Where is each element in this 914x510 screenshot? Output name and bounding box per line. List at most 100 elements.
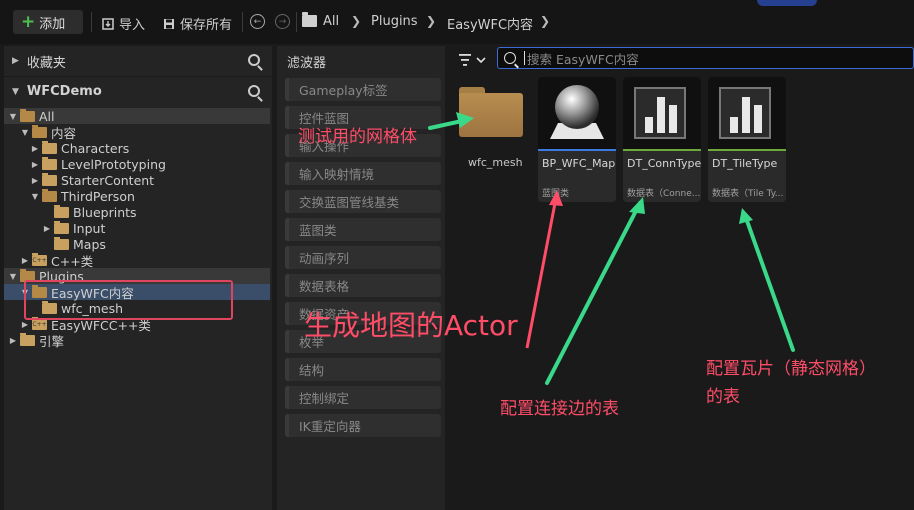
filters-title: 滤波器 [287,56,327,71]
tree-item-label: EasyWFC内容 [51,285,134,301]
filter-item[interactable]: 蓝图类 [285,218,441,241]
text-caret [524,51,525,65]
chevron-right-icon: ▶ [21,319,29,329]
add-button[interactable]: + 添加 [13,10,83,34]
toolbar: + 添加 导入 保存所有 ← → All ❯ Plugins ❯ EasyWFC… [0,0,914,44]
chevron-right-icon: ▶ [9,335,17,345]
tree-item-label: EasyWFCC++类 [51,317,151,333]
chevron-right-icon: ▶ [31,159,39,169]
chevron-down-icon: ▼ [31,191,39,201]
tree-item-characters[interactable]: ▶ Characters [4,140,270,156]
filter-item[interactable]: 控制绑定 [285,386,441,409]
annotation-mesh: 测试用的网格体 [298,127,417,147]
tree-item-label: Maps [73,236,106,252]
asset-name: BP_WFC_Map [542,157,616,170]
chevron-down-icon: ▼ [21,127,29,137]
search-placeholder: 搜索 EasyWFC内容 [527,51,639,67]
filter-item[interactable]: 数据表格 [285,274,441,297]
favorites-header[interactable]: ▶ 收藏夹 [4,46,272,76]
save-icon [164,18,174,29]
chevron-down-icon: ▼ [21,287,29,297]
toolbar-divider [242,12,243,32]
filter-item[interactable]: 结构 [285,358,441,381]
chevron-right-icon[interactable]: ❯ [351,14,361,28]
chevron-right-icon: ▶ [21,255,29,265]
chevron-down-icon: ▼ [12,86,19,97]
tree-item-input[interactable]: ▶ Input [4,220,270,236]
tree-item-label: All [39,108,55,124]
folder-icon [20,268,35,282]
project-header[interactable]: ▼ WFCDemo [4,76,272,106]
annotation-actor: 生成地图的Actor [304,309,518,342]
filter-item[interactable]: IK重定向器 [285,414,441,437]
back-icon[interactable]: ← [250,14,265,29]
blueprint-thumbnail [538,77,616,149]
breadcrumb-all[interactable]: All [323,14,339,29]
import-icon [102,17,114,30]
tree-item-label: Input [73,220,106,236]
tree-item-content[interactable]: ▼ 内容 [4,124,270,141]
annotation-conn-table: 配置连接边的表 [500,399,619,419]
tree-item-all[interactable]: ▼ All [4,108,270,124]
filter-item[interactable]: 输入映射情境 [285,162,441,185]
asset-card-bp-wfc-map[interactable]: BP_WFC_Map 蓝图类 [538,77,616,202]
chevron-right-icon[interactable]: ❯ [426,14,436,28]
folder-icon [302,12,317,27]
filter-item[interactable]: Gameplay标签 [285,78,441,101]
search-icon[interactable] [248,85,260,97]
chevron-right-icon[interactable]: ❯ [540,14,550,28]
asset-type-stripe [538,149,616,151]
filter-item[interactable]: 动画序列 [285,246,441,269]
filter-item[interactable]: 交换蓝图管线基类 [285,190,441,213]
breadcrumb-plugins[interactable]: Plugins [371,14,418,29]
save-all-label: 保存所有 [180,18,233,33]
asset-type-stripe [623,149,701,151]
tree-item-blueprints[interactable]: Blueprints [4,204,270,220]
chevron-right-icon: ▶ [31,175,39,185]
filters-panel: 滤波器 Gameplay标签 控件蓝图 输入操作 输入映射情境 交换蓝图管线基类… [277,46,445,510]
chevron-right-icon: ▶ [43,223,51,233]
search-icon[interactable] [248,54,260,66]
asset-folder-wfc-mesh[interactable] [459,87,523,137]
tree-item-levelprototyping[interactable]: ▶ LevelPrototyping [4,156,270,172]
tree-item-label: StarterContent [61,172,155,188]
tree-item-engine[interactable]: ▶ 引擎 [4,332,270,349]
asset-card-dt-conntype[interactable]: DT_ConnType 数据表（Conne... [623,77,701,202]
search-input[interactable]: 搜索 EasyWFC内容 [497,47,914,69]
filter-icon[interactable] [459,53,489,67]
asset-type: 数据表（Tile Ty... [712,189,784,199]
folder-icon [42,140,57,154]
asset-type-stripe [708,149,786,151]
tree-item-plugins[interactable]: ▼ Plugins [4,268,270,284]
asset-type: 蓝图类 [542,189,570,199]
project-label: WFCDemo [26,84,102,99]
tree-item-startercontent[interactable]: ▶ StarterContent [4,172,270,188]
tree-item-label: ThirdPerson [61,188,135,204]
folder-icon [42,172,57,186]
tree-item-maps[interactable]: Maps [4,236,270,252]
import-button[interactable]: 导入 [102,14,145,33]
save-all-button[interactable]: 保存所有 [163,14,232,33]
asset-type: 数据表（Conne... [627,189,701,199]
datatable-icon [719,87,771,139]
chevron-right-icon: ▶ [12,56,19,66]
tree-item-label: Blueprints [73,204,137,220]
asset-name: DT_TileType [712,157,778,170]
datatable-icon [634,87,686,139]
folder-icon [42,188,57,202]
folder-icon [20,108,35,122]
folder-icon [54,220,69,234]
forward-icon[interactable]: → [275,14,290,29]
tree-item-thirdperson[interactable]: ▼ ThirdPerson [4,188,270,204]
folder-icon [54,204,69,218]
tree-item-cpp-classes[interactable]: ▶ C++ C++类 [4,252,270,269]
asset-card-dt-tiletype[interactable]: DT_TileType 数据表（Tile Ty... [708,77,786,202]
folder-icon [20,332,35,346]
asset-name: DT_ConnType [627,157,701,170]
tree-item-label: C++类 [51,253,94,269]
tree-item-easywfc-content[interactable]: ▼ EasyWFC内容 [4,284,270,301]
toolbar-divider [296,12,297,32]
tree-item-label: 引擎 [39,333,65,349]
breadcrumb-easywfc[interactable]: EasyWFC内容 [447,14,533,33]
tree-item-label: Characters [61,140,130,156]
